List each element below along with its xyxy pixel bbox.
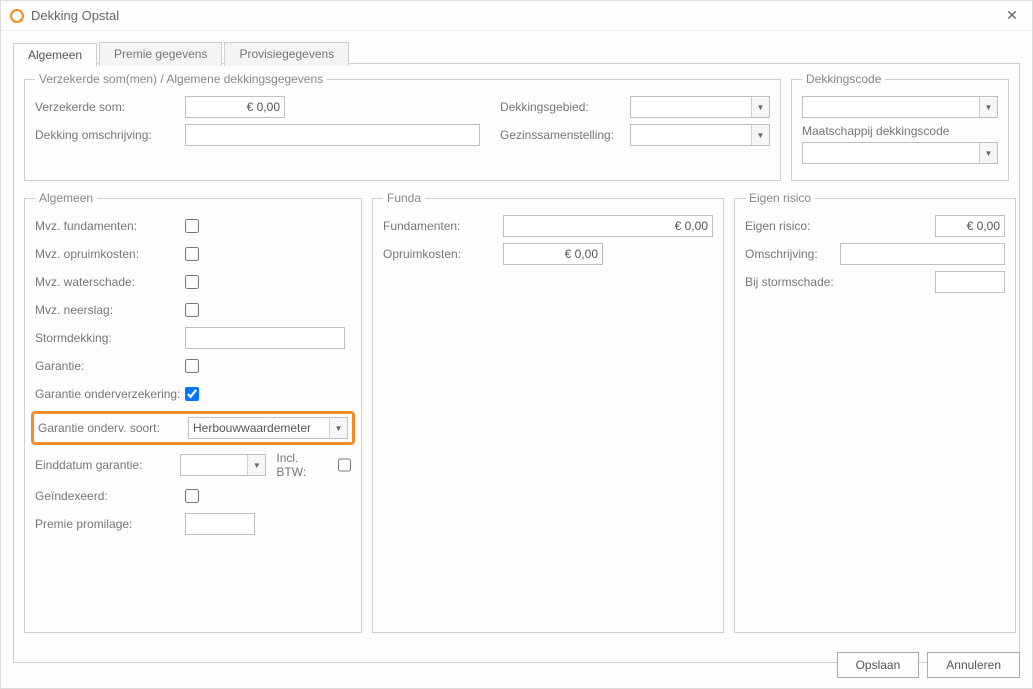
label-mvz-fundamenten: Mvz. fundamenten: <box>35 219 185 233</box>
label-opruimkosten: Opruimkosten: <box>383 247 503 261</box>
input-premie-promilage[interactable] <box>185 513 255 535</box>
dialog-dekking-opstal: Dekking Opstal ✕ Algemeen Premie gegeven… <box>0 0 1033 689</box>
select-dekkingscode[interactable] <box>802 96 998 118</box>
save-button[interactable]: Opslaan <box>837 652 920 678</box>
content-area: Algemeen Premie gegevens Provisiegegeven… <box>1 31 1032 673</box>
input-er-omschrijving[interactable] <box>840 243 1005 265</box>
tab-panel: Algemeen Premie gegevens Provisiegegeven… <box>13 63 1020 663</box>
input-eigen-risico[interactable] <box>935 215 1005 237</box>
label-geindexeerd: Geïndexeerd: <box>35 489 185 503</box>
chevron-down-icon[interactable]: ▼ <box>979 143 997 163</box>
dialog-footer: Opslaan Annuleren <box>837 652 1020 678</box>
checkbox-garantie-onderverzekering[interactable] <box>185 387 199 401</box>
legend-verzekerde: Verzekerde som(men) / Algemene dekkingsg… <box>35 72 327 86</box>
chevron-down-icon[interactable]: ▼ <box>247 455 265 475</box>
checkbox-mvz-neerslag[interactable] <box>185 303 199 317</box>
group-dekkingscode: Dekkingscode ▼ Maatschappij dekkingscode… <box>791 72 1009 181</box>
label-mvz-neerslag: Mvz. neerslag: <box>35 303 185 317</box>
input-fundamenten[interactable] <box>503 215 713 237</box>
select-maatschappij-dekkingscode[interactable] <box>802 142 998 164</box>
tab-algemeen[interactable]: Algemeen <box>13 43 97 67</box>
label-mvz-waterschade: Mvz. waterschade: <box>35 275 185 289</box>
legend-eigen-risico: Eigen risico <box>745 191 815 205</box>
cancel-button[interactable]: Annuleren <box>927 652 1020 678</box>
select-garantie-onderv-soort[interactable] <box>188 417 348 439</box>
close-icon[interactable]: ✕ <box>1000 4 1024 28</box>
app-icon <box>9 8 25 24</box>
label-incl-btw: Incl. BTW: <box>276 451 329 479</box>
select-gezinssamenstelling[interactable] <box>630 124 770 146</box>
legend-funda: Funda <box>383 191 425 205</box>
input-dekking-omschrijving[interactable] <box>185 124 480 146</box>
label-stormdekking: Stormdekking: <box>35 331 185 345</box>
input-opruimkosten[interactable] <box>503 243 603 265</box>
label-mvz-opruimkosten: Mvz. opruimkosten: <box>35 247 185 261</box>
checkbox-garantie[interactable] <box>185 359 199 373</box>
chevron-down-icon[interactable]: ▼ <box>751 125 769 145</box>
group-eigen-risico: Eigen risico Eigen risico: Omschrijving:… <box>734 191 1016 633</box>
input-verzekerde-som[interactable] <box>185 96 285 118</box>
chevron-down-icon[interactable]: ▼ <box>979 97 997 117</box>
input-stormdekking[interactable] <box>185 327 345 349</box>
label-garantie: Garantie: <box>35 359 185 373</box>
input-bij-stormschade[interactable] <box>935 271 1005 293</box>
label-dekking-omschrijving: Dekking omschrijving: <box>35 128 185 142</box>
group-funda: Funda Fundamenten: Opruimkosten: <box>372 191 724 633</box>
checkbox-mvz-fundamenten[interactable] <box>185 219 199 233</box>
label-maatschappij-dekkingscode: Maatschappij dekkingscode <box>802 124 998 138</box>
select-dekkingsgebied[interactable] <box>630 96 770 118</box>
legend-algemeen: Algemeen <box>35 191 97 205</box>
label-garantie-onderv-soort: Garantie onderv. soort: <box>38 421 188 435</box>
label-premie-promilage: Premie promilage: <box>35 517 185 531</box>
label-bij-stormschade: Bij stormschade: <box>745 275 840 289</box>
label-einddatum-garantie: Einddatum garantie: <box>35 458 180 472</box>
legend-dekkingscode: Dekkingscode <box>802 72 885 86</box>
label-dekkingsgebied: Dekkingsgebied: <box>500 100 630 114</box>
group-algemeen: Algemeen Mvz. fundamenten: Mvz. opruimko… <box>24 191 362 633</box>
chevron-down-icon[interactable]: ▼ <box>329 418 347 438</box>
tab-strip: Algemeen Premie gegevens Provisiegegeven… <box>13 42 351 66</box>
checkbox-mvz-opruimkosten[interactable] <box>185 247 199 261</box>
titlebar: Dekking Opstal ✕ <box>1 1 1032 31</box>
label-fundamenten: Fundamenten: <box>383 219 503 233</box>
tab-premie-gegevens[interactable]: Premie gegevens <box>99 42 222 66</box>
highlight-garantie-soort: Garantie onderv. soort: ▼ <box>31 411 355 445</box>
label-eigen-risico: Eigen risico: <box>745 219 840 233</box>
group-verzekerde: Verzekerde som(men) / Algemene dekkingsg… <box>24 72 781 181</box>
label-er-omschrijving: Omschrijving: <box>745 247 840 261</box>
chevron-down-icon[interactable]: ▼ <box>751 97 769 117</box>
label-garantie-onderverzekering: Garantie onderverzekering: <box>35 387 185 401</box>
window-title: Dekking Opstal <box>31 8 119 23</box>
checkbox-mvz-waterschade[interactable] <box>185 275 199 289</box>
checkbox-incl-btw[interactable] <box>338 458 352 472</box>
label-gezinssamenstelling: Gezinssamenstelling: <box>500 128 630 142</box>
tab-provisiegegevens[interactable]: Provisiegegevens <box>224 42 349 66</box>
label-verzekerde-som: Verzekerde som: <box>35 100 185 114</box>
checkbox-geindexeerd[interactable] <box>185 489 199 503</box>
